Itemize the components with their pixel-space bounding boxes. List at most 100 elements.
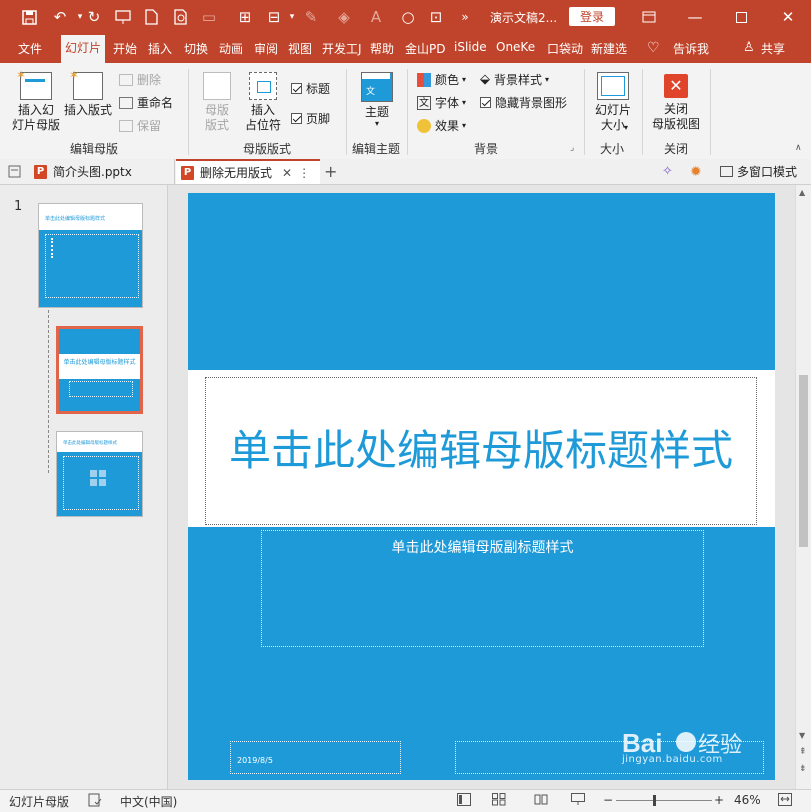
master-layout-button[interactable]: 母版 版式 (197, 72, 237, 133)
zoom-slider-thumb[interactable] (653, 795, 657, 806)
scrollbar-thumb[interactable] (799, 375, 808, 547)
wand-icon[interactable]: ✧ (662, 159, 673, 184)
close-master-view-button[interactable]: ✕ 关闭 母版视图 (648, 72, 704, 132)
subtitle-placeholder[interactable]: 单击此处编辑母版副标题样式 (261, 530, 704, 647)
colors-button[interactable]: 颜色 ▾ (417, 71, 466, 88)
tab-view[interactable]: 视图 (288, 40, 312, 57)
close-window-icon[interactable]: ✕ (776, 6, 800, 28)
tab-help[interactable]: 帮助 (370, 40, 394, 57)
slide-size-dropdown-icon[interactable]: ▾ (624, 123, 628, 132)
align-icon[interactable]: ⊟ (264, 7, 284, 27)
insert-slide-master-label: 插入幻 灯片母版 (12, 103, 61, 132)
font-color-icon[interactable]: A (366, 7, 386, 27)
zoom-in-icon[interactable]: + (714, 793, 724, 807)
footer-checkbox-box[interactable] (291, 113, 302, 124)
slide-sorter-icon[interactable] (492, 793, 506, 809)
lightbulb-icon[interactable]: ♡ (647, 40, 660, 56)
tab-home[interactable]: 开始 (113, 40, 137, 57)
normal-view-icon[interactable] (457, 793, 471, 809)
effects-button[interactable]: 效果 ▾ (417, 117, 466, 134)
insert-layout-button[interactable]: ✶ 插入版式 (62, 68, 114, 118)
grid-icon[interactable]: ⊞ (235, 7, 255, 27)
save-icon[interactable] (19, 7, 39, 27)
tab-pocket-animation[interactable]: 口袋动 (547, 40, 583, 57)
slideshow-icon[interactable] (113, 7, 133, 27)
title-checkbox[interactable]: 标题 (291, 80, 330, 97)
themes-button[interactable]: 文 主题 ▾ (356, 72, 398, 128)
tab-more-icon[interactable]: ⋮ (298, 166, 310, 180)
redo-icon[interactable]: ↻ (84, 7, 104, 27)
hide-background-checkbox-box[interactable] (480, 97, 491, 108)
spell-check-icon[interactable] (88, 793, 102, 810)
share-user-icon[interactable]: ♙ (743, 40, 755, 55)
title-checkbox-box[interactable] (291, 83, 302, 94)
share-button[interactable]: 共享 (761, 40, 785, 57)
background-dialog-launcher-icon[interactable]: ⌟ (570, 143, 574, 153)
zoom-slider-track[interactable] (616, 800, 712, 801)
maximize-icon[interactable] (729, 6, 753, 28)
previous-slide-icon[interactable]: ⇞ (799, 747, 807, 757)
insert-slide-master-button[interactable]: ✶ 插入幻 灯片母版 (12, 68, 61, 133)
align-dropdown-icon[interactable]: ▾ (282, 7, 302, 27)
minimize-icon[interactable]: — (683, 6, 707, 28)
login-button[interactable]: 登录 (569, 7, 615, 26)
tab-slide-master[interactable]: 幻灯片 (61, 35, 106, 63)
background-styles-button[interactable]: ⬙ 背景样式 ▾ (480, 71, 549, 88)
tab-transitions[interactable]: 切换 (184, 40, 208, 57)
tab-jinshan-pdf[interactable]: 金山PD (405, 40, 445, 57)
fonts-button[interactable]: 文字体 ▾ (417, 94, 466, 111)
image-icon[interactable]: ▭ (199, 7, 219, 27)
language-label[interactable]: 中文(中国) (120, 793, 177, 810)
fit-to-window-icon[interactable] (778, 793, 792, 809)
tab-developer[interactable]: 开发工J (322, 40, 362, 57)
eyedropper-icon[interactable]: ✎ (301, 7, 321, 27)
tab-animations[interactable]: 动画 (219, 40, 243, 57)
reading-view-icon[interactable] (534, 793, 548, 809)
undo-icon[interactable]: ↶ (50, 7, 70, 27)
new-file-icon[interactable] (141, 7, 161, 27)
content-layout-thumbnail[interactable]: 单击此处编辑母版标题样式 (56, 431, 143, 517)
scroll-up-icon[interactable]: ▲ (799, 188, 805, 197)
tab-onekey[interactable]: OneKe (496, 40, 535, 54)
title-placeholder[interactable]: 单击此处编辑母版标题样式 (205, 377, 757, 525)
settings-gear-icon[interactable]: ✹ (690, 159, 702, 184)
fill-color-icon[interactable]: ◈ (334, 7, 354, 27)
tab-file[interactable]: 文件 (18, 40, 42, 57)
print-preview-icon[interactable] (171, 7, 191, 27)
document-tab-list-icon[interactable] (8, 159, 21, 184)
next-slide-icon[interactable]: ⇟ (799, 764, 807, 774)
preserve-button[interactable]: 保留 (119, 117, 161, 134)
delete-button[interactable]: 删除 (119, 71, 161, 88)
master-layout-group-label: 母版版式 (243, 142, 292, 156)
zoom-level[interactable]: 46% (734, 793, 761, 807)
date-placeholder[interactable]: 2019/8/5 (230, 741, 401, 774)
slideshow-view-icon[interactable] (571, 793, 585, 809)
scroll-down-icon[interactable]: ▼ (799, 731, 805, 740)
zoom-out-icon[interactable]: − (603, 793, 613, 807)
tab-review[interactable]: 审阅 (254, 40, 278, 57)
document-tab-2[interactable]: P 删除无用版式 ✕ ⋮ (176, 159, 320, 184)
slide-canvas[interactable]: 单击此处编辑母版标题样式 单击此处编辑母版副标题样式 2019/8/5 (188, 193, 775, 780)
close-tab-icon[interactable]: ✕ (282, 166, 292, 180)
footer-checkbox[interactable]: 页脚 (291, 110, 330, 127)
circle-shape-icon[interactable]: ○ (398, 7, 418, 27)
title-layout-thumbnail[interactable]: 单击此处编辑母版标题样式 (56, 326, 143, 414)
ribbon-display-icon[interactable] (637, 6, 661, 28)
multi-window-button[interactable]: 多窗口模式 (720, 159, 797, 184)
crop-icon[interactable]: ⊡ (426, 7, 446, 27)
tab-insert[interactable]: 插入 (148, 40, 172, 57)
vertical-scrollbar[interactable]: ▲ ▼ ⇞ ⇟ (795, 185, 811, 789)
collapse-ribbon-icon[interactable]: ∧ (795, 143, 802, 153)
document-tab-1[interactable]: P 简介头图.pptx (34, 159, 175, 184)
tell-me-search[interactable]: 告诉我 (673, 40, 709, 57)
tab-islide[interactable]: iSlide (454, 40, 487, 54)
insert-placeholder-button[interactable]: 插入 占位符 (239, 72, 287, 133)
slide-size-button[interactable]: 幻灯片 大小 (590, 72, 636, 133)
more-commands-icon[interactable]: » (455, 7, 475, 27)
rename-button[interactable]: 重命名 (119, 94, 173, 111)
insert-layout-icon: ✶ (69, 68, 103, 100)
master-slide-thumbnail[interactable]: 单击此处编辑母版标题样式 (38, 203, 143, 308)
tab-new-tab[interactable]: 新建选 (591, 40, 627, 57)
hide-background-checkbox[interactable]: 隐藏背景图形 (480, 94, 567, 111)
new-tab-icon[interactable]: + (324, 159, 337, 184)
